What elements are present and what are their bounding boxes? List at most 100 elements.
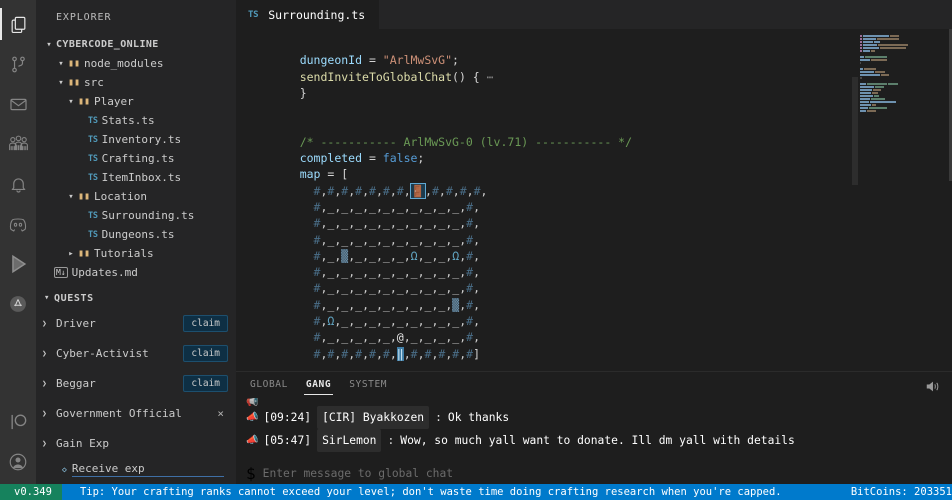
source-control-icon[interactable] [0,44,36,84]
account-icon[interactable] [0,444,36,484]
code-content[interactable]: dungeonId = "ArlMwSvG"; sendInviteToGlob… [236,29,952,371]
quest-item-cyber-activist[interactable]: ❯Cyber-Activistclaim [36,338,236,368]
speaker-icon[interactable] [925,378,940,397]
tree-item-updates-md[interactable]: M↓Updates.md [36,263,236,282]
quest-label: Gain Exp [56,437,236,450]
code-line [272,117,952,133]
map-cell-_: _ [369,216,376,230]
map-indent [272,200,314,214]
tree-item-label: Dungeons.ts [102,228,175,241]
subquest-receive-exp[interactable]: ◇Receive exp [36,458,236,480]
people-icon[interactable] [0,124,36,164]
tab-system[interactable]: SYSTEM [347,375,389,395]
map-cell-_: _ [383,298,390,312]
sidebar-title: EXPLORER [36,0,236,35]
explorer-icon[interactable] [0,4,36,44]
minimap-segment [860,44,862,46]
chat-username[interactable]: SirLemon [317,429,381,452]
minimap-line [852,35,952,37]
map-separator: , [418,330,425,344]
tree-item-iteminbox-ts[interactable]: TSItemInbox.ts [36,168,236,187]
tree-item-node-modules[interactable]: ▾▮▮node_modules [36,54,236,73]
minimap-segment [867,110,876,112]
minimap-segment [875,86,884,88]
chevron-down-icon: ▾ [54,59,68,69]
map-cell-_: _ [411,330,418,344]
tab-global[interactable]: GLOBAL [248,375,290,395]
map-cell-#: # [446,184,453,198]
map-separator: , [404,200,411,214]
code-token: () { [452,70,487,84]
map-separator: , [418,265,425,279]
tree-item-player[interactable]: ▾▮▮Player [36,92,236,111]
bitcoins-status[interactable]: BitCoins: 203351 [851,486,952,498]
chat-username[interactable]: [CIR] Byakkozen [317,406,429,429]
tree-item-surrounding-ts[interactable]: TSSurrounding.ts [36,206,236,225]
map-separator: , [473,233,480,247]
chat-input-row[interactable]: $ Enter message to global chat [236,462,952,484]
claim-button[interactable]: claim [183,375,228,392]
diamond-icon: ◇ [62,465,67,474]
chevron-right-icon: ❯ [42,379,56,388]
claim-button[interactable]: claim [183,315,228,332]
bell-icon[interactable] [0,164,36,204]
tree-item-dungeons-ts[interactable]: TSDungeons.ts [36,225,236,244]
megaphone-icon: 📣 [246,430,257,451]
typescript-icon: TS [88,211,98,221]
folder-icon: ▮▮ [68,58,80,69]
status-bar: v0.349 Tip: Your crafting ranks cannot e… [0,484,952,500]
explorer-root-row[interactable]: ▾ CYBERCODE_ONLINE [36,35,236,54]
quest-item-gain-exp[interactable]: ❯Gain Exp [36,428,236,458]
map-cell-at: @ [397,330,404,344]
quests-title: QUESTS [54,293,94,304]
close-icon[interactable]: × [217,407,224,420]
tree-item-crafting-ts[interactable]: TSCrafting.ts [36,149,236,168]
tab-gang[interactable]: GANG [304,375,333,395]
tree-item-src[interactable]: ▾▮▮src [36,73,236,92]
minimap-segment [880,47,906,49]
map-row: #,#,#,#,#,#,#,🚪,#,#,#,#, [272,183,952,199]
patreon-icon[interactable] [0,404,36,444]
mail-icon[interactable] [0,84,36,124]
chat-timestamp [263,398,270,406]
code-line: /* ----------- ArlMwSvG-0 (lv.71) ------… [272,134,952,150]
folder-icon: ▮▮ [68,77,80,88]
version-badge[interactable]: v0.349 [0,484,62,500]
map-cell-_: _ [411,314,418,328]
chat-input[interactable]: Enter message to global chat [263,467,453,480]
claim-button[interactable]: claim [183,345,228,362]
code-line: sendInviteToGlobalChat() { ⋯ [272,69,952,85]
quests-header[interactable]: ▾ QUESTS [36,288,236,308]
map-separator: , [362,281,369,295]
map-separator: , [418,347,425,361]
editor-area[interactable]: dungeonId = "ArlMwSvG"; sendInviteToGlob… [236,29,952,371]
chevron-down-icon: ▾ [54,78,68,88]
map-cell-_: _ [383,265,390,279]
minimap-slider[interactable] [852,77,858,185]
minimap[interactable] [852,29,952,371]
markdown-icon: M↓ [54,267,68,278]
file-tree: ▾▮▮node_modules▾▮▮src▾▮▮PlayerTSStats.ts… [36,54,236,282]
map-separator: , [418,298,425,312]
chat-log[interactable]: 📢 📣[09:24][CIR] Byakkozen:Ok thanks📣[05:… [236,398,952,462]
tree-item-inventory-ts[interactable]: TSInventory.ts [36,130,236,149]
map-cell-#: # [432,184,439,198]
map-cell-#: # [369,184,376,198]
folder-icon: ▮▮ [78,248,90,259]
tree-item-location[interactable]: ▾▮▮Location [36,187,236,206]
quest-item-government-official[interactable]: ❯Government Official× [36,398,236,428]
tree-item-label: Crafting.ts [102,152,175,165]
map-row: #,_,_,_,_,_,_,_,_,_,_,#, [272,280,952,296]
play-icon[interactable] [0,244,36,284]
tree-item-tutorials[interactable]: ▸▮▮Tutorials [36,244,236,263]
quest-item-driver[interactable]: ❯Driverclaim [36,308,236,338]
quest-item-beggar[interactable]: ❯Beggarclaim [36,368,236,398]
appstore-icon[interactable] [0,284,36,324]
code-token: ; [417,151,424,165]
discord-icon[interactable] [0,204,36,244]
tab-surrounding-ts[interactable]: TS Surrounding.ts [236,0,379,29]
tree-item-stats-ts[interactable]: TSStats.ts [36,111,236,130]
map-separator: , [390,265,397,279]
chat-text: Wow, so much yall want to donate. Ill dm… [400,430,794,451]
minimap-line [852,38,952,40]
